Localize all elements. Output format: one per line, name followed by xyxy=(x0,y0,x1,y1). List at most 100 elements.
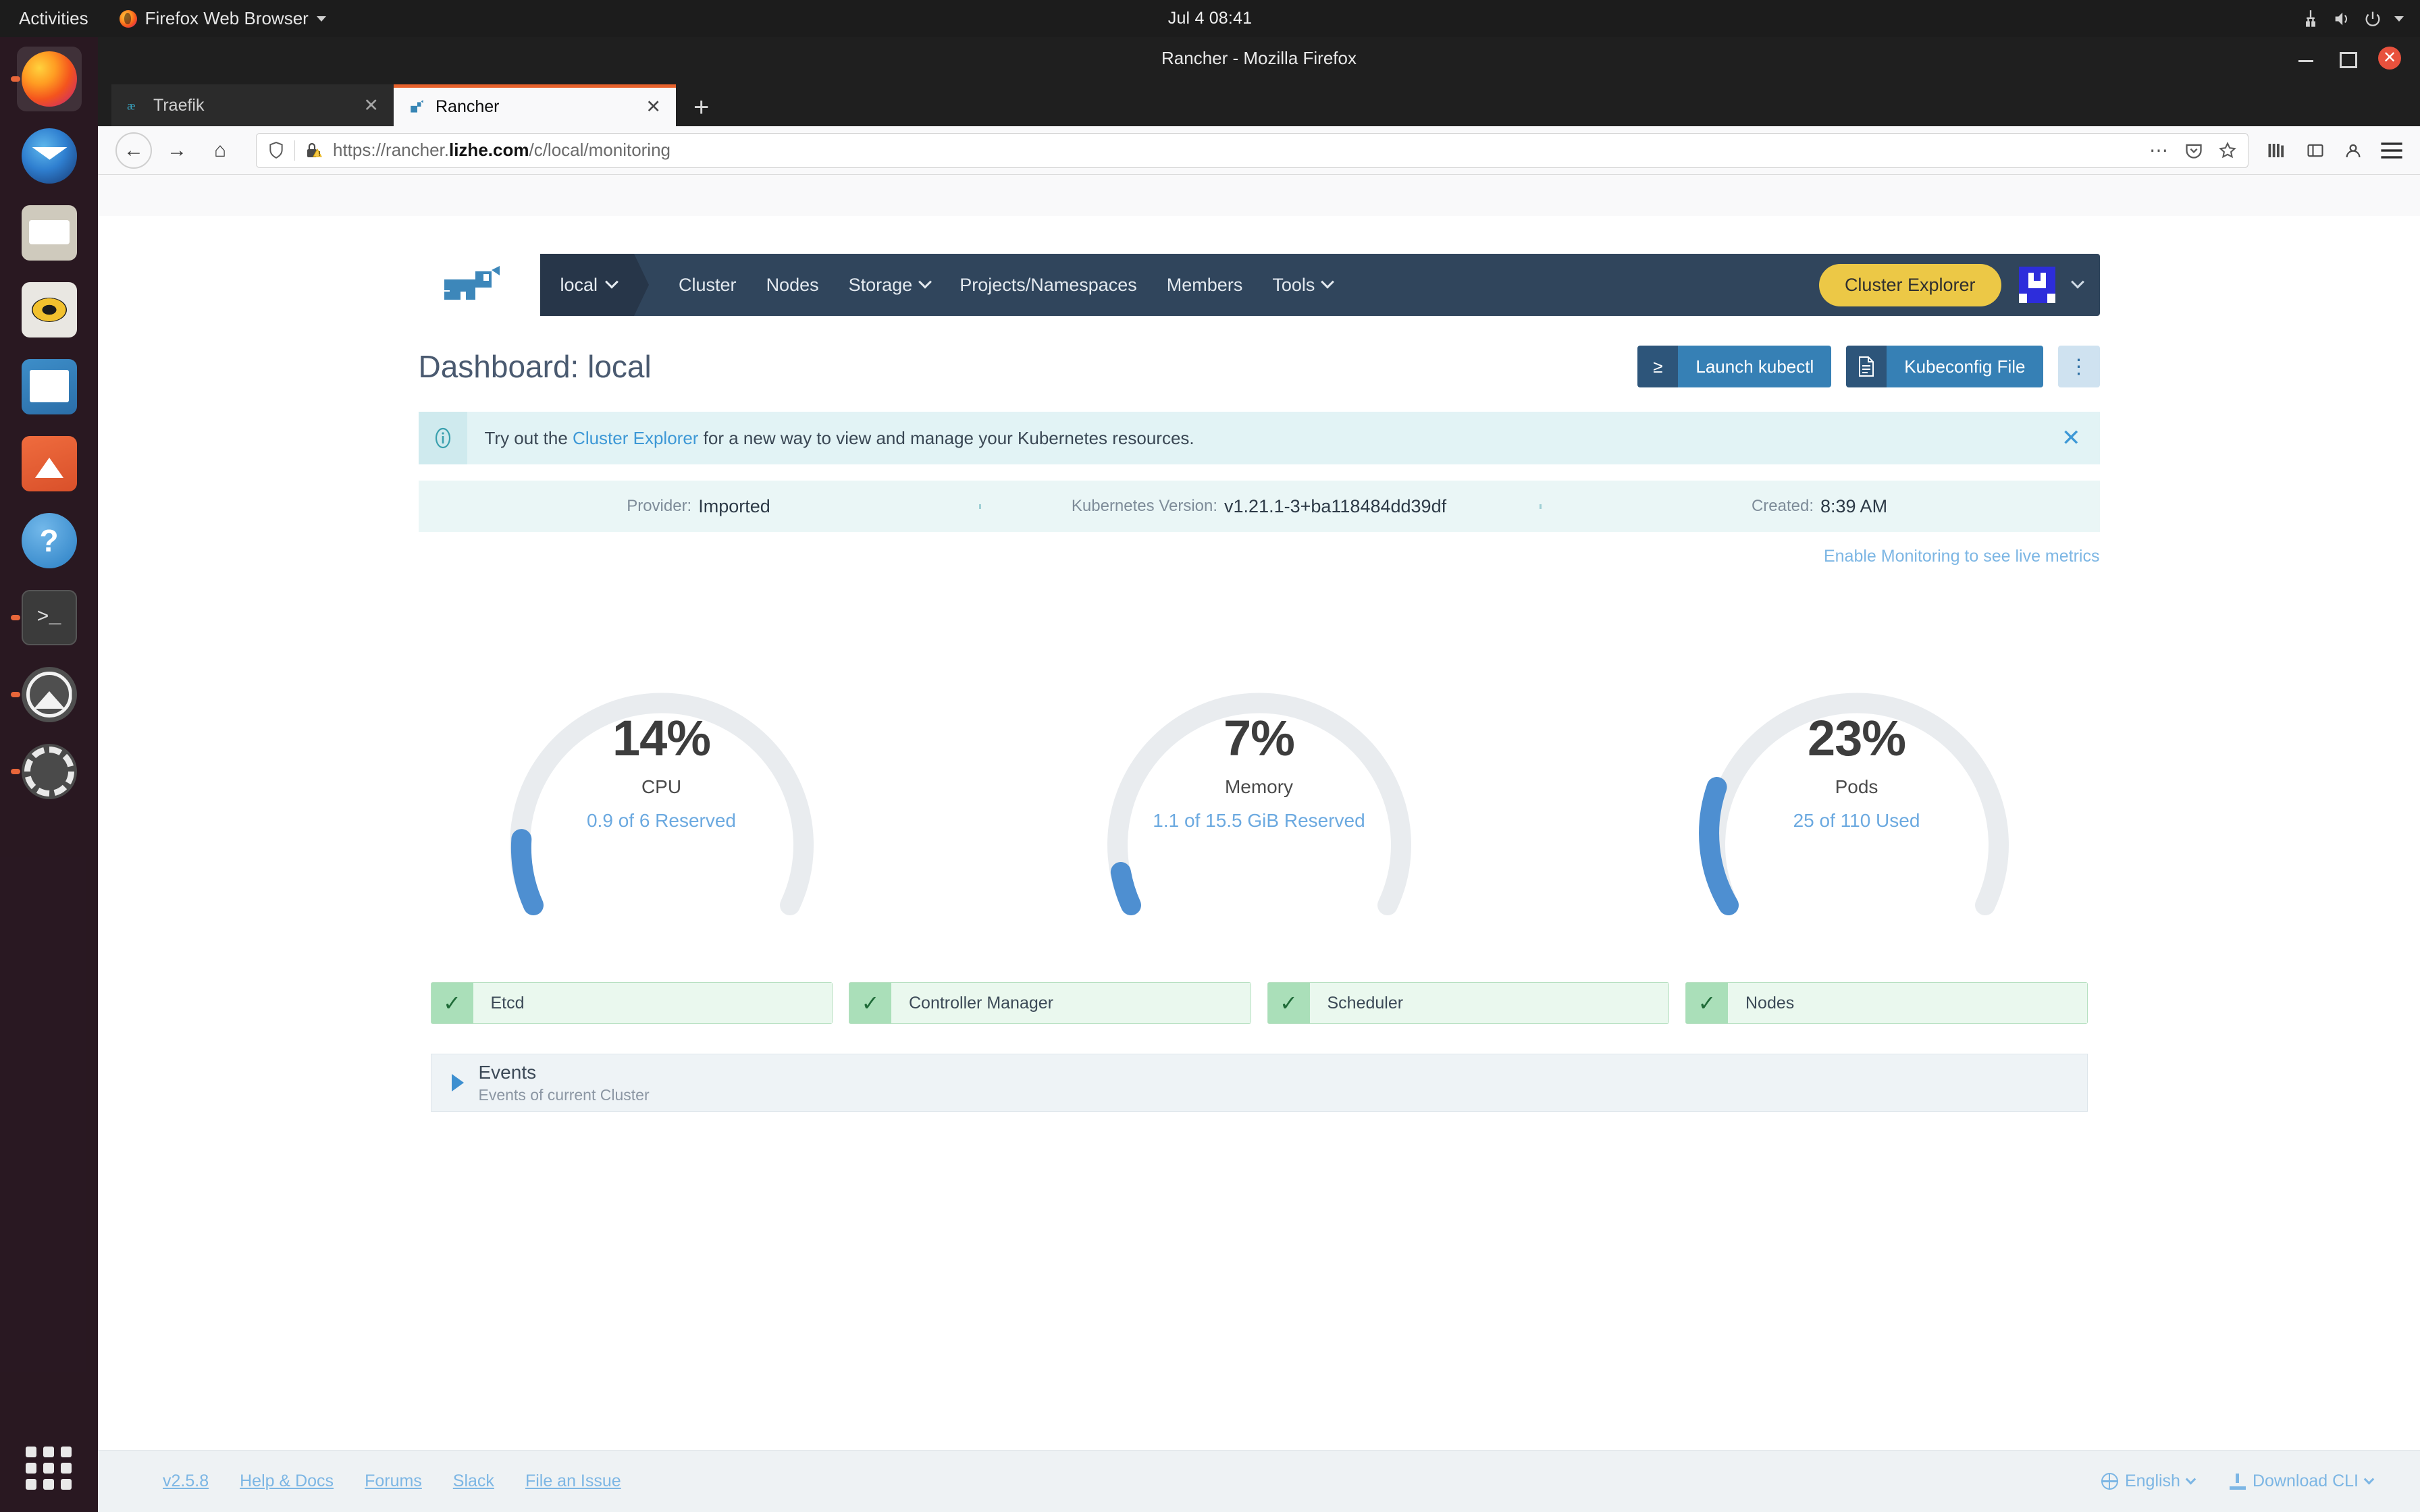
window-titlebar: Rancher - Mozilla Firefox ✕ xyxy=(98,37,2420,79)
sidebar-icon[interactable] xyxy=(2305,141,2325,160)
nav-item-members[interactable]: Members xyxy=(1152,275,1258,296)
meta-provider: Provider: Imported xyxy=(419,496,979,517)
more-actions-button[interactable]: ⋮ xyxy=(2057,346,2100,387)
nav-item-cluster[interactable]: Cluster xyxy=(664,275,752,296)
nav-item-tools[interactable]: Tools xyxy=(1257,275,1347,296)
gauge-pods-arc xyxy=(1698,693,2009,915)
shield-icon[interactable] xyxy=(267,140,285,161)
files-icon xyxy=(21,205,77,261)
terminal-icon: >_ xyxy=(21,590,77,645)
footer-help-docs[interactable]: Help & Docs xyxy=(240,1472,334,1491)
footer-slack[interactable]: Slack xyxy=(453,1472,494,1491)
footer-version[interactable]: v2.5.8 xyxy=(163,1472,209,1491)
events-title: Events xyxy=(478,1061,537,1083)
library-icon[interactable] xyxy=(2266,140,2288,161)
bookmark-star-icon[interactable] xyxy=(2218,141,2237,160)
globe-icon xyxy=(2101,1473,2118,1490)
volume-icon xyxy=(2335,12,2348,25)
app-menu-label: Firefox Web Browser xyxy=(144,8,309,28)
url-text[interactable]: https://rancher.lizhe.com/c/local/monito… xyxy=(333,140,670,161)
close-button[interactable]: ✕ xyxy=(2378,47,2401,70)
status-card-nodes[interactable]: ✓ Nodes xyxy=(1685,982,2088,1024)
dock-item-help[interactable]: ? xyxy=(17,508,82,573)
rancher-logo[interactable] xyxy=(418,254,540,316)
kubeconfig-file-label: Kubeconfig File xyxy=(1887,346,2043,387)
clock[interactable]: Jul 4 08:41 xyxy=(1168,9,1253,28)
close-icon[interactable]: ✕ xyxy=(2061,425,2100,452)
language-selector[interactable]: English xyxy=(2101,1472,2197,1491)
nav-label: Storage xyxy=(848,274,913,295)
ubuntu-dock: ? >_ xyxy=(0,37,98,1512)
url-bar[interactable]: https://rancher.lizhe.com/c/local/monito… xyxy=(256,132,2248,168)
tab-rancher[interactable]: Rancher ✕ xyxy=(394,84,676,126)
meta-value: 8:39 AM xyxy=(1820,495,1888,516)
gauge-cpu-arc xyxy=(509,693,814,915)
network-icon xyxy=(2306,9,2315,27)
gnome-top-bar: Activities Firefox Web Browser Jul 4 08:… xyxy=(0,0,2420,37)
lock-warning-icon[interactable] xyxy=(305,140,323,161)
dock-item-terminal[interactable]: >_ xyxy=(10,585,82,650)
banner-cluster-explorer-link[interactable]: Cluster Explorer xyxy=(573,428,698,448)
nav-item-projects-namespaces[interactable]: Projects/Namespaces xyxy=(945,275,1152,296)
dock-item-files[interactable] xyxy=(17,200,82,265)
forward-button[interactable]: → xyxy=(159,132,195,169)
kubeconfig-file-button[interactable]: Kubeconfig File xyxy=(1846,346,2043,387)
launch-kubectl-button[interactable]: ≥ Launch kubectl xyxy=(1637,346,1832,387)
download-cli-selector[interactable]: Download CLI xyxy=(2229,1472,2375,1491)
footer-file-an-issue[interactable]: File an Issue xyxy=(525,1472,621,1491)
status-card-etcd[interactable]: ✓ Etcd xyxy=(430,982,833,1024)
show-applications-button[interactable] xyxy=(25,1444,73,1492)
system-tray[interactable] xyxy=(2301,9,2404,28)
enable-monitoring-link[interactable]: Enable Monitoring to see live metrics xyxy=(419,547,2100,566)
tab-bar: æ Traefik ✕ Rancher ✕ + xyxy=(98,79,2420,126)
ellipsis-icon[interactable]: ⋯ xyxy=(2149,139,2169,161)
dock-item-libreoffice-writer[interactable] xyxy=(17,354,82,419)
meta-value: Imported xyxy=(698,495,770,516)
urlbar-right-icons: ⋯ xyxy=(2149,139,2237,161)
firefox-window: Rancher - Mozilla Firefox ✕ æ Traefik ✕ … xyxy=(98,37,2420,1512)
gear-icon xyxy=(21,744,77,799)
chevron-down-icon xyxy=(316,16,326,22)
chevron-down-icon xyxy=(605,275,619,289)
triangle-right-icon[interactable] xyxy=(451,1074,464,1091)
new-tab-button[interactable]: + xyxy=(676,94,727,126)
account-icon[interactable] xyxy=(2343,140,2363,161)
rancher-navbar: local Cluster Nodes Storage Projects/Nam… xyxy=(418,254,2100,316)
events-accordion[interactable]: Events Events of current Cluster xyxy=(430,1054,2088,1112)
firefox-icon xyxy=(119,9,137,28)
nav-item-storage[interactable]: Storage xyxy=(834,275,945,296)
dock-item-thunderbird[interactable] xyxy=(17,124,82,188)
activities-button[interactable]: Activities xyxy=(0,8,105,29)
dock-item-firefox[interactable] xyxy=(10,47,82,111)
footer-links-left: v2.5.8 Help & Docs Forums Slack File an … xyxy=(98,1472,621,1491)
avatar[interactable] xyxy=(2018,267,2055,303)
tab-label: Rancher xyxy=(436,97,500,116)
save-to-pocket-icon[interactable] xyxy=(2184,141,2203,160)
back-button[interactable]: ← xyxy=(115,132,152,169)
tab-traefik[interactable]: æ Traefik ✕ xyxy=(111,84,394,126)
status-card-scheduler[interactable]: ✓ Scheduler xyxy=(1267,982,1669,1024)
close-tab-icon[interactable]: ✕ xyxy=(363,95,379,116)
menu-icon[interactable] xyxy=(2381,142,2402,159)
navigation-toolbar: ← → ⌂ https://rancher.lizhe.com/c/local/… xyxy=(98,126,2420,175)
dock-item-settings[interactable] xyxy=(10,739,82,804)
footer-forums[interactable]: Forums xyxy=(365,1472,422,1491)
download-cli-label: Download CLI xyxy=(2252,1472,2359,1490)
chevron-down-icon[interactable] xyxy=(2070,275,2084,289)
app-menu-button[interactable]: Firefox Web Browser xyxy=(105,8,326,29)
cluster-selector[interactable]: local xyxy=(540,254,649,316)
status-card-controller-manager[interactable]: ✓ Controller Manager xyxy=(849,982,1251,1024)
dock-item-software-updater[interactable] xyxy=(10,662,82,727)
dock-item-rhythmbox[interactable] xyxy=(17,277,82,342)
nav-item-nodes[interactable]: Nodes xyxy=(752,275,834,296)
maximize-button[interactable] xyxy=(2338,49,2357,68)
gauge-memory-arc xyxy=(1107,693,1411,915)
status-label: Etcd xyxy=(473,983,832,1023)
close-tab-icon[interactable]: ✕ xyxy=(646,97,661,117)
dock-item-ubuntu-software[interactable] xyxy=(17,431,82,496)
firefox-icon xyxy=(21,51,77,107)
cluster-explorer-button[interactable]: Cluster Explorer xyxy=(1818,263,2001,306)
toolbar-right-icons xyxy=(2266,140,2402,161)
minimize-button[interactable] xyxy=(2297,49,2315,67)
home-button[interactable]: ⌂ xyxy=(202,132,238,169)
